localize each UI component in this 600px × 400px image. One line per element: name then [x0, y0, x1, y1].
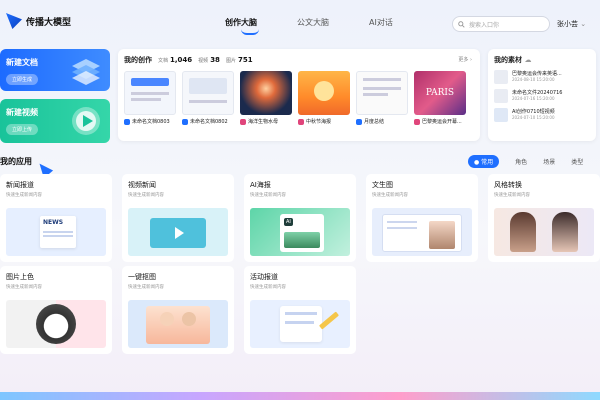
filter-scene[interactable]: 场景	[543, 157, 555, 166]
filter-common[interactable]: ● 常用	[468, 155, 500, 168]
news-illustration: NEWS	[6, 208, 106, 256]
creation-caption: 巴黎奥运会开幕...	[422, 119, 462, 125]
new-video-card[interactable]: 新建视频 立即上传	[0, 99, 110, 143]
creation-caption: 中秋节海报	[306, 119, 332, 125]
creation-item[interactable]: 未命名文档0802	[182, 71, 234, 125]
new-document-card[interactable]: 新建文档 立即生成	[0, 49, 110, 91]
app-card-ai-poster[interactable]: AI海报 快速生成新闻内容 AI	[244, 174, 356, 262]
creation-item[interactable]: 中秋节海报	[298, 71, 350, 125]
main-nav: 创作大脑 公文大脑 AI对话	[225, 17, 393, 35]
my-apps-title: 我的应用	[0, 157, 32, 166]
search-input[interactable]: 搜索入口你	[452, 16, 550, 32]
new-video-button[interactable]: 立即上传	[6, 124, 39, 135]
app-card-video-news[interactable]: 视频新闻 快速生成新闻内容	[122, 174, 234, 262]
creation-item[interactable]: PARIS 巴黎奥运会开幕...	[414, 71, 466, 125]
logo[interactable]: 传播大模型	[6, 13, 71, 29]
stat-images: 图片 751	[225, 56, 253, 64]
creation-item[interactable]: 未命名文档0803	[124, 71, 176, 125]
creation-caption: 海洋生物水母	[248, 119, 279, 125]
event-report-illustration	[250, 300, 350, 348]
app-card-image-colorize[interactable]: 图片上色 快速生成新闻内容	[0, 266, 112, 354]
layers-icon	[72, 59, 100, 85]
app-card-cutout[interactable]: 一键抠图 快速生成新闻内容	[122, 266, 234, 354]
quick-create: 新建文档 立即生成 新建视频 立即上传	[0, 49, 110, 151]
user-menu[interactable]: 张小芸 ⌄	[557, 19, 586, 29]
colorize-illustration	[6, 300, 106, 348]
search-placeholder: 搜索入口你	[469, 21, 500, 29]
top-bar: 传播大模型 创作大脑 公文大脑 AI对话 搜索入口你 张小芸 ⌄	[0, 0, 600, 44]
video-player-illustration	[128, 208, 228, 256]
my-creations-title: 我的创作	[124, 56, 152, 64]
filter-role[interactable]: 角色	[515, 157, 527, 166]
asset-item[interactable]: AI创作0710短视频 2024-07-10 15:20:00	[494, 108, 590, 122]
file-icon	[494, 89, 508, 103]
video-file-icon	[494, 108, 508, 122]
app-card-text-to-image[interactable]: 文生图 快速生成新闻内容	[366, 174, 478, 262]
text-to-image-illustration	[372, 208, 472, 256]
creation-item[interactable]: 海洋生物水母	[240, 71, 292, 125]
creation-caption: 未命名文档0802	[190, 119, 228, 125]
logo-title: 传播大模型	[26, 17, 72, 28]
creation-item[interactable]: 月度总结	[356, 71, 408, 125]
my-assets-title: 我的素材	[494, 56, 522, 64]
new-document-button[interactable]: 立即生成	[6, 74, 39, 85]
nav-tab-official-docs[interactable]: 公文大脑	[297, 17, 329, 28]
play-icon	[72, 107, 100, 135]
bottom-glow-decoration	[0, 392, 600, 400]
document-thumbnail	[182, 71, 234, 115]
play-icon	[175, 227, 184, 239]
paris-image: PARIS	[414, 71, 466, 115]
stat-documents: 文档 1,046	[158, 56, 193, 64]
app-filters: ● 常用 角色 场景 类型	[468, 155, 583, 168]
search-icon	[458, 20, 465, 28]
cutout-illustration	[128, 300, 228, 348]
stat-videos: 视频 38	[198, 56, 220, 64]
jellyfish-image	[240, 71, 292, 115]
creation-caption: 未命名文档0803	[132, 119, 170, 125]
style-transfer-illustration	[494, 208, 594, 256]
mid-autumn-poster-image	[298, 71, 350, 115]
asset-item[interactable]: 巴黎奥运会传来英语... 2024-08-10 15:20:00	[494, 70, 590, 84]
nav-tab-ai-chat[interactable]: AI对话	[369, 17, 393, 28]
cloud-icon: ☁	[524, 56, 532, 64]
chevron-down-icon: ⌄	[580, 20, 587, 28]
asset-item[interactable]: 未命名文件20240716 2024-07-16 15:20:00	[494, 89, 590, 103]
more-link[interactable]: 更多 ›	[458, 56, 472, 63]
creation-caption: 月度总结	[364, 119, 385, 125]
filter-type[interactable]: 类型	[571, 157, 583, 166]
my-creations-panel: 我的创作 文档 1,046 视频 38 图片 751 更多 › 未命名文档0803 未…	[118, 49, 480, 141]
my-assets-panel: 我的素材 ☁ 巴黎奥运会传来英语... 2024-08-10 15:20:00 未…	[488, 49, 596, 141]
document-thumbnail	[356, 71, 408, 115]
nav-tab-creation[interactable]: 创作大脑	[225, 17, 259, 35]
file-icon	[494, 70, 508, 84]
user-name: 张小芸	[557, 20, 578, 28]
document-thumbnail	[124, 71, 176, 115]
app-card-news-report[interactable]: 新闻报道 快速生成新闻内容 NEWS	[0, 174, 112, 262]
ai-poster-illustration: AI	[250, 208, 350, 256]
logo-icon	[6, 13, 22, 29]
app-card-event-report[interactable]: 活动报道 快速生成新闻内容	[244, 266, 356, 354]
app-card-style-transfer[interactable]: 风格转换 快速生成新闻内容	[488, 174, 600, 262]
